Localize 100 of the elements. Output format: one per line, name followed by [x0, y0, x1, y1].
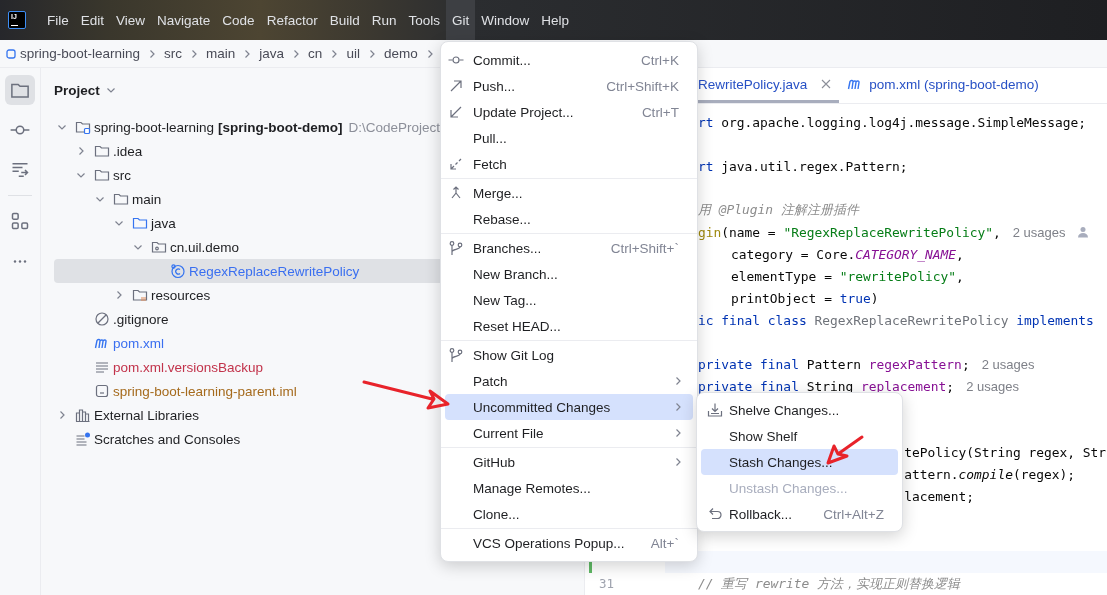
code-line: attern.compile(regex);	[904, 466, 1075, 482]
branch-icon	[448, 240, 464, 256]
tree-item-label: .gitignore	[113, 311, 169, 327]
menu-item[interactable]: Show Git Log	[445, 342, 693, 368]
tree-item-label: pom.xml.versionsBackup	[113, 359, 264, 375]
menu-item[interactable]: Current File	[445, 420, 693, 446]
libraries-icon	[75, 407, 91, 423]
menu-item[interactable]: Show Shelf	[701, 423, 898, 449]
resources-folder-icon	[132, 287, 148, 303]
menu-item[interactable]: Code	[216, 0, 261, 40]
usage-hint[interactable]: 2 usages	[981, 356, 1035, 372]
code-line: rt org.apache.logging.log4j.message.SimpleMessage;	[698, 114, 1087, 130]
module-icon	[6, 48, 16, 59]
menu-item[interactable]: Uncommitted Changes	[445, 394, 693, 420]
code-line: 用 @Plugin 注解注册插件	[698, 201, 859, 219]
editor-tab[interactable]: pom.xml (spring-boot-demo)	[839, 68, 1047, 103]
tree-item-label: java	[151, 215, 176, 231]
tree-item-label: RegexReplaceRewritePolicy	[189, 263, 360, 279]
menu-item[interactable]: Rollback... Ctrl+Alt+Z	[701, 501, 898, 527]
code-line: category = Core.CATEGORY_NAME,	[731, 246, 964, 262]
breadcrumb-link[interactable]: java	[259, 46, 285, 61]
arrow-down-left-icon	[448, 104, 464, 120]
chevron-down-icon[interactable]	[95, 194, 105, 204]
folder-icon	[94, 167, 110, 183]
menu-item[interactable]: Git	[446, 0, 476, 40]
tree-item-label: Scratches and Consoles	[94, 431, 241, 447]
chevron-right-icon[interactable]	[673, 376, 683, 386]
menu-item[interactable]: Merge...	[445, 180, 693, 206]
menu-item[interactable]: GitHub	[445, 449, 693, 475]
package-icon	[151, 239, 167, 255]
breadcrumb-link[interactable]: uil	[346, 46, 360, 61]
menu-item[interactable]: Push... Ctrl+Shift+K	[445, 73, 693, 99]
menu-item[interactable]: Commit... Ctrl+K	[445, 47, 693, 73]
tool-window-button[interactable]	[5, 75, 35, 105]
file-icon	[94, 383, 110, 399]
breadcrumb-link[interactable]: src	[164, 46, 183, 61]
tree-item-label: resources	[151, 287, 211, 303]
menu-item[interactable]: Window	[475, 0, 536, 40]
menu-item[interactable]: Stash Changes...	[701, 449, 898, 475]
usage-hint[interactable]: 2 usages	[966, 378, 1019, 394]
menu-item[interactable]: Clone...	[445, 501, 693, 527]
breadcrumb-link[interactable]: spring-boot-learning	[20, 46, 141, 61]
menu-item[interactable]: Pull...	[445, 125, 693, 151]
menu-item[interactable]: Update Project... Ctrl+T	[445, 99, 693, 125]
chevron-right-icon[interactable]	[673, 402, 683, 412]
chevron-down-icon[interactable]	[114, 218, 124, 228]
chevron-down-icon[interactable]	[76, 170, 86, 180]
chevron-down-icon[interactable]	[57, 122, 67, 132]
chevron-right-icon[interactable]	[114, 290, 124, 300]
folder-icon	[113, 191, 129, 207]
code-line: gin(name = "RegexReplaceRewritePolicy",	[698, 224, 1001, 240]
menu-item[interactable]: View	[110, 0, 152, 40]
chevron-right-icon[interactable]	[76, 146, 86, 156]
chevron-right-icon[interactable]	[673, 457, 683, 467]
person-icon[interactable]	[1077, 226, 1090, 238]
usage-hint[interactable]: 2 usages	[1012, 224, 1066, 240]
menu-item[interactable]: File	[41, 0, 75, 40]
code-line: ic final class RegexReplaceRewritePolicy implements	[698, 312, 1094, 328]
tree-item-label: .idea	[113, 143, 143, 159]
code-line: elementType = "rewritePolicy",	[731, 268, 964, 284]
plugins-icon	[10, 211, 30, 231]
menu-item[interactable]: New Tag...	[445, 287, 693, 313]
menu-item[interactable]: Reset HEAD...	[445, 313, 693, 339]
tree-item-label: cn.uil.demo	[170, 239, 240, 255]
menu-item[interactable]: Run	[365, 0, 403, 40]
chevron-right-icon[interactable]	[57, 410, 67, 420]
menu-item[interactable]: Navigate	[151, 0, 217, 40]
tree-item-label: spring-boot-learning-parent.iml	[113, 383, 297, 399]
breadcrumb-link[interactable]: main	[206, 46, 236, 61]
menu-item[interactable]: Build	[323, 0, 366, 40]
scratches-icon	[75, 431, 91, 447]
lines-arrows-icon	[10, 160, 30, 180]
menu-item[interactable]: Tools	[402, 0, 446, 40]
line-number: 31	[597, 575, 614, 593]
arrow-up-right-icon	[448, 78, 464, 94]
ignore-icon	[94, 311, 110, 327]
menu-item[interactable]: Branches... Ctrl+Shift+`	[445, 235, 693, 261]
breadcrumb-link[interactable]: demo	[383, 46, 418, 61]
chevron-right-icon[interactable]	[673, 428, 683, 438]
close-icon[interactable]	[821, 79, 832, 89]
panel-title[interactable]: Project	[54, 82, 100, 98]
chevron-down-icon[interactable]	[133, 242, 143, 252]
chevron-down-icon[interactable]	[105, 85, 116, 95]
code-line: private final Pattern regexPattern;	[698, 356, 970, 372]
module-folder-icon	[75, 119, 91, 135]
menu-item[interactable]: Rebase...	[445, 206, 693, 232]
menu-item[interactable]: VCS Operations Popup... Alt+`	[445, 530, 693, 556]
tree-item-label: src	[113, 167, 131, 183]
folder-icon	[132, 215, 148, 231]
menu-item[interactable]: Fetch	[445, 151, 693, 177]
class-icon	[170, 263, 186, 279]
menu-item[interactable]: Shelve Changes...	[701, 397, 898, 423]
menu-item[interactable]: Refactor	[260, 0, 324, 40]
text-file-icon	[94, 359, 110, 375]
menu-item[interactable]: Help	[535, 0, 576, 40]
menu-item[interactable]: Patch	[445, 368, 693, 394]
menu-item[interactable]: Edit	[74, 0, 111, 40]
menu-item[interactable]: Manage Remotes...	[445, 475, 693, 501]
rollback-icon	[707, 506, 723, 522]
breadcrumb-link[interactable]: cn	[308, 46, 323, 61]
